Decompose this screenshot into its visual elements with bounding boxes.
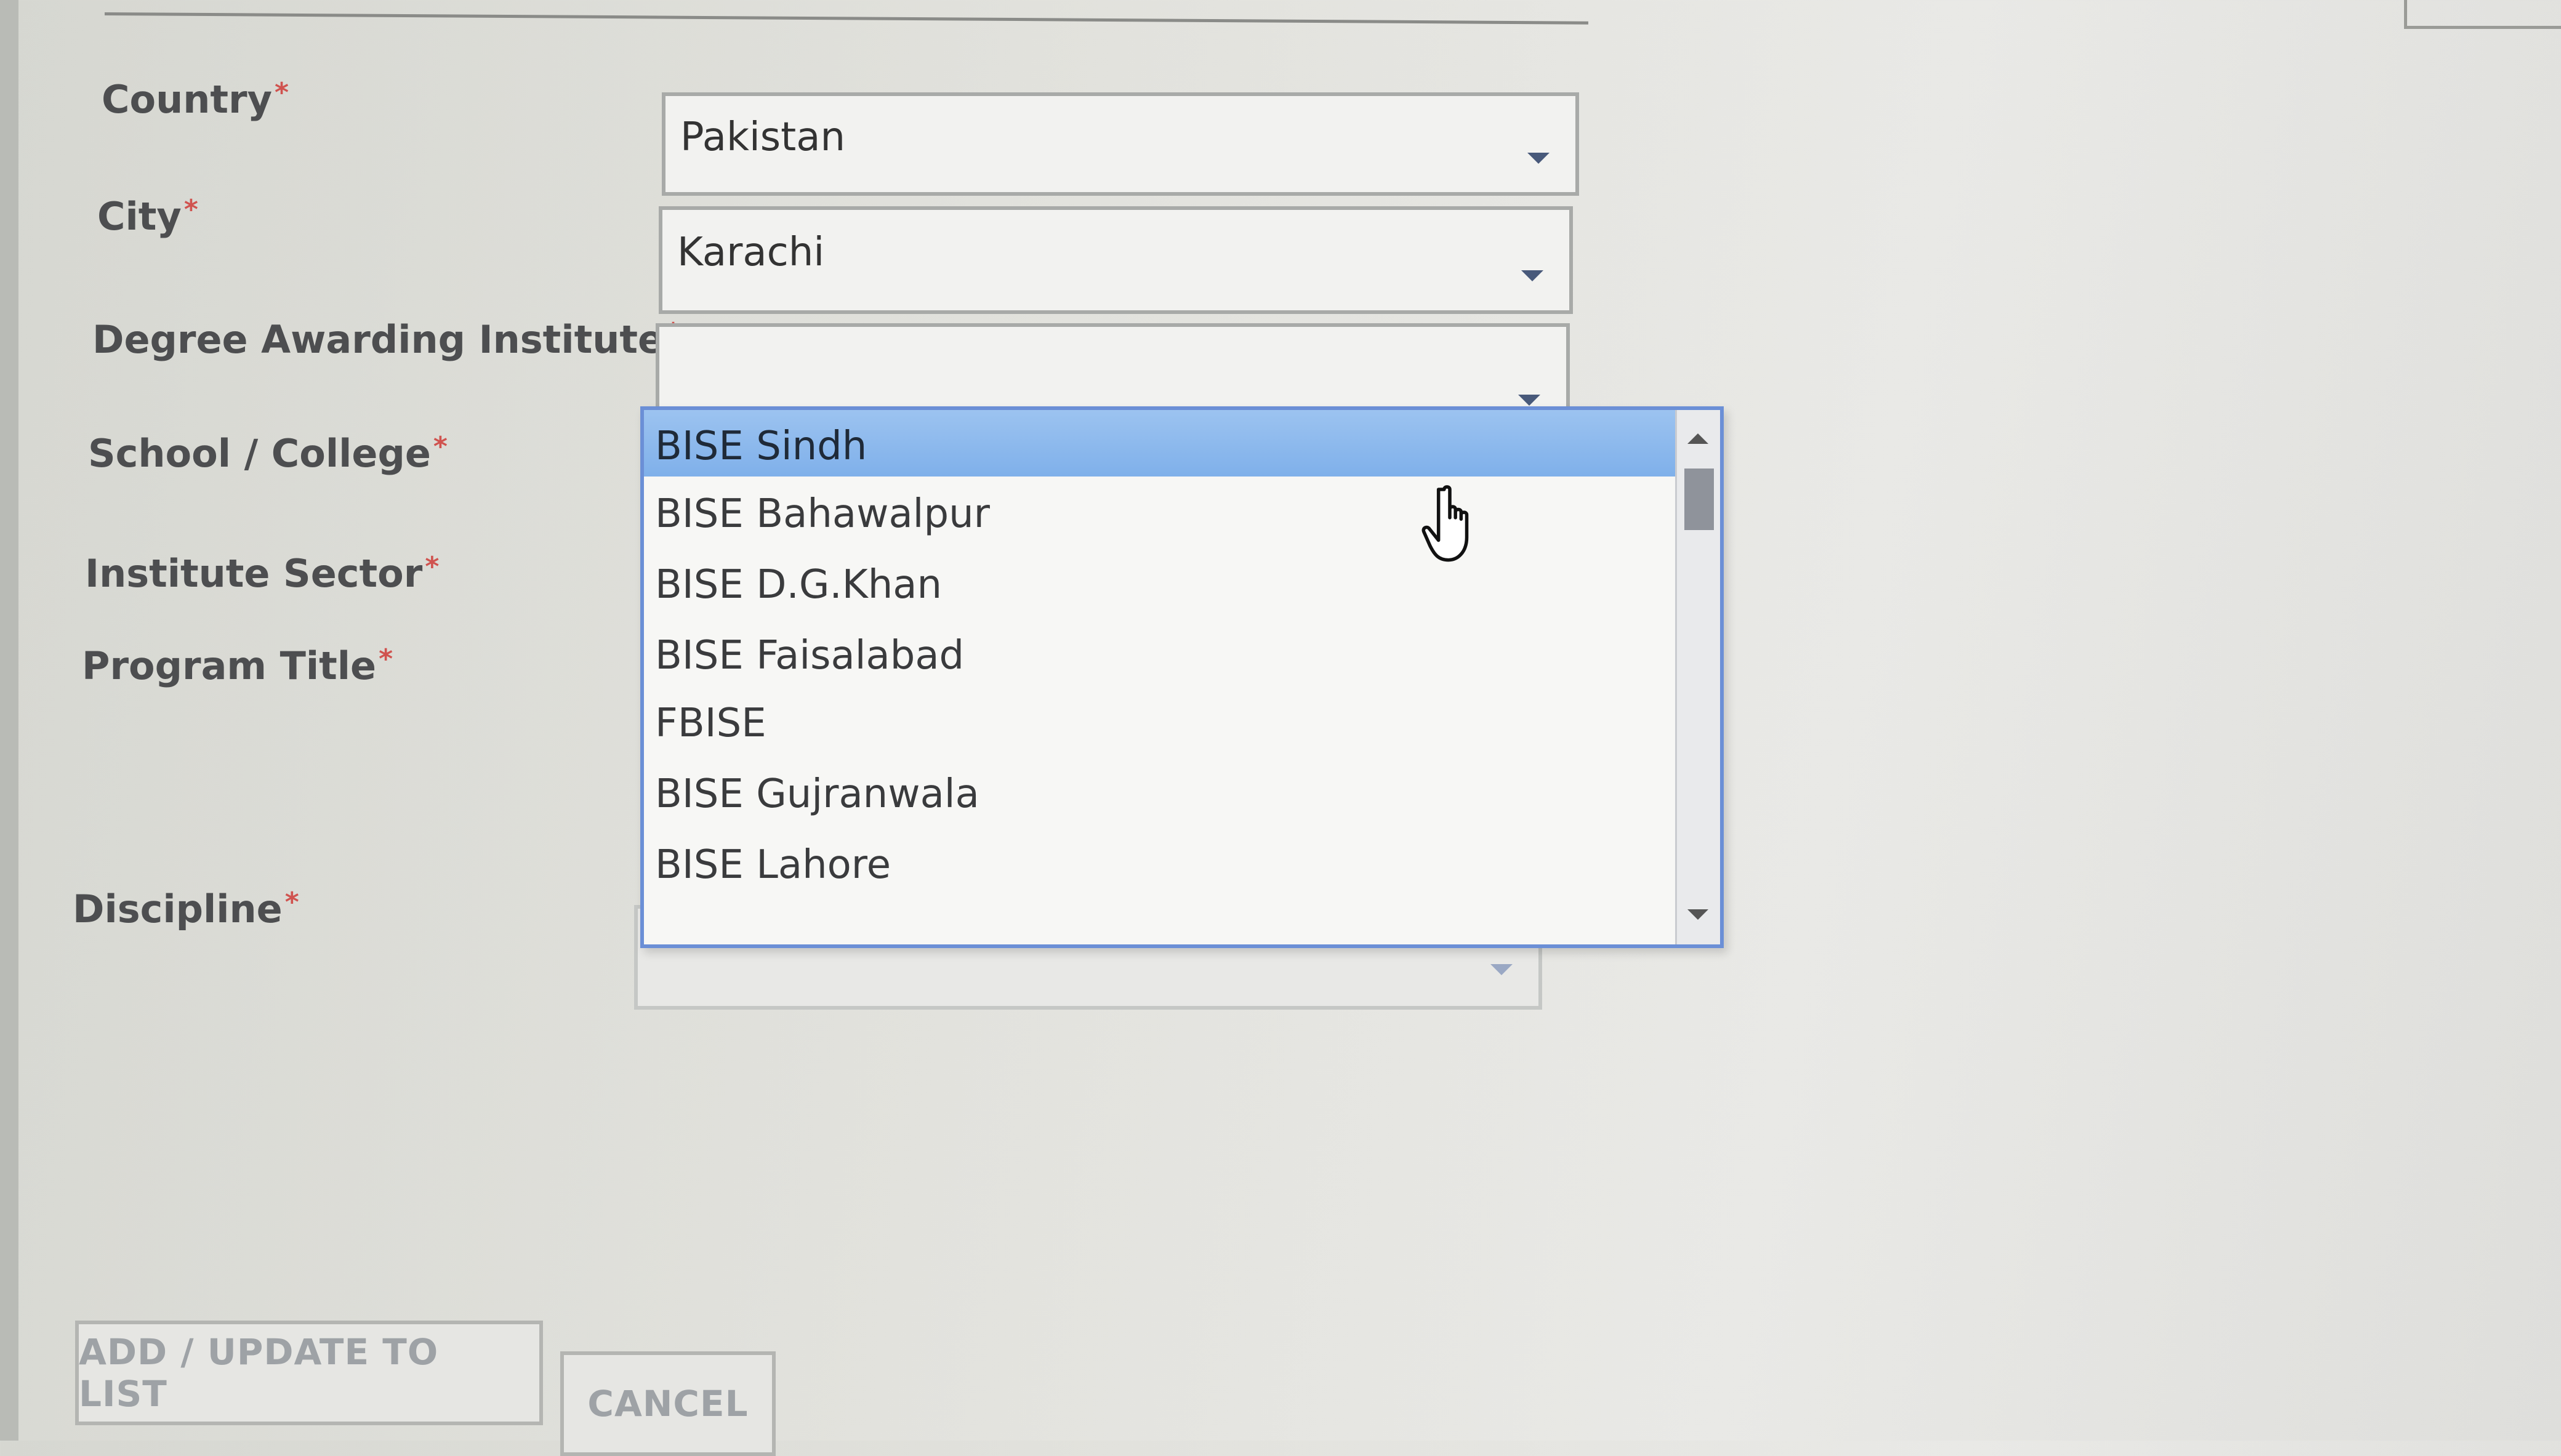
discipline-label: Discipline* <box>73 887 299 931</box>
dropdown-option[interactable]: FBISE <box>644 687 1694 754</box>
chevron-down-icon <box>1490 964 1513 975</box>
city-select[interactable]: Karachi <box>659 206 1573 314</box>
country-label: Country* <box>102 77 289 122</box>
scroll-up-arrow-icon[interactable] <box>1687 433 1708 444</box>
required-marker: * <box>379 643 393 675</box>
dropdown-option[interactable]: BISE D.G.Khan <box>644 549 1694 615</box>
window-edge <box>0 0 18 1441</box>
required-marker: * <box>183 194 198 225</box>
required-marker: * <box>275 77 289 108</box>
city-value: Karachi <box>677 230 825 275</box>
country-value: Pakistan <box>680 115 845 160</box>
degree-awarding-institute-label: Degree Awarding Institute* <box>92 317 680 362</box>
scroll-down-arrow-icon[interactable] <box>1687 909 1708 920</box>
dropdown-option[interactable]: BISE Lahore <box>644 829 1694 895</box>
institute-sector-label: Institute Sector* <box>85 551 440 596</box>
scrollbar-thumb[interactable] <box>1684 469 1714 530</box>
chevron-down-icon <box>1521 270 1543 281</box>
dropdown-option[interactable]: BISE Sindh <box>644 410 1694 477</box>
school-college-label: School / College* <box>88 431 448 476</box>
institute-dropdown-list[interactable]: BISE Sindh BISE Bahawalpur BISE D.G.Khan… <box>640 406 1724 948</box>
top-right-frame <box>2404 0 2561 29</box>
dropdown-option[interactable]: BISE Faisalabad <box>644 619 1694 686</box>
city-label: City* <box>97 194 198 239</box>
required-marker: * <box>284 887 299 918</box>
section-divider <box>104 12 1588 25</box>
required-marker: * <box>433 431 448 462</box>
required-marker: * <box>425 551 440 582</box>
dropdown-option[interactable]: BISE Bahawalpur <box>644 478 1694 544</box>
chevron-down-icon <box>1518 395 1540 406</box>
country-select[interactable]: Pakistan <box>662 92 1579 196</box>
add-update-to-list-button[interactable]: ADD / UPDATE TO LIST <box>75 1321 543 1425</box>
chevron-down-icon <box>1527 153 1550 164</box>
program-title-label: Program Title* <box>82 643 393 688</box>
dropdown-scrollbar[interactable] <box>1675 410 1720 944</box>
hand-pointer-cursor-icon <box>1421 485 1469 562</box>
dropdown-option[interactable]: BISE Gujranwala <box>644 758 1694 824</box>
